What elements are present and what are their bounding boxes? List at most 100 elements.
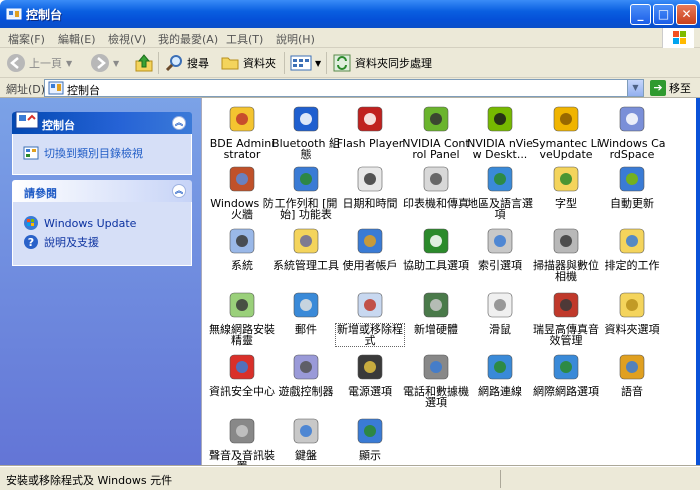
collapse-chevron-icon[interactable]: ︽ [172,184,186,198]
item-label: 瑞昱高傳真音效管理 [533,323,599,347]
right-border [696,98,700,466]
item-label: 排定的工作 [604,259,660,272]
control-panel-item[interactable]: 郵件 [272,288,340,335]
address-input[interactable]: 控制台 ▼ [44,79,644,97]
sound-icon [229,418,255,444]
realtek-icon [553,292,579,318]
item-label: 顯示 [359,449,381,462]
panel-header-see-also[interactable]: 請參閱 ︽ [12,180,192,202]
help-support-link[interactable]: ? 說明及支援 [23,234,181,250]
menu-favorites[interactable]: 我的最愛(A) [158,31,218,47]
collapse-chevron-icon[interactable]: ︽ [172,116,186,130]
control-panel-item[interactable]: 資訊安全中心 [208,350,276,397]
back-dropdown-icon: ▼ [66,58,73,68]
menu-tools[interactable]: 工具(T) [226,31,263,47]
control-panel-item[interactable]: 協助工具選項 [402,224,470,271]
firewall-icon [229,166,255,192]
control-panel-item[interactable]: 滑鼠 [466,288,534,335]
control-panel-item[interactable]: 自動更新 [598,162,666,209]
cardspace-icon [619,106,645,132]
control-panel-item[interactable]: 新增硬體 [402,288,470,335]
control-panel-item[interactable]: 電話和數據機選項 [402,350,470,408]
windows-update-link[interactable]: Windows Update [23,215,181,231]
search-button[interactable]: 搜尋 [164,52,209,74]
control-panel-item[interactable]: 印表機和傳真 [402,162,470,209]
menu-file[interactable]: 檔案(F) [8,31,45,47]
control-panel-item[interactable]: 遊戲控制器 [272,350,340,397]
control-panel-item[interactable]: 日期和時間 [336,162,404,209]
item-label: 鍵盤 [295,449,317,462]
control-panel-item[interactable]: 顯示 [336,414,404,461]
users-icon [357,228,383,254]
admin-tools-icon [293,228,319,254]
add-hardware-icon [423,292,449,318]
search-icon [165,55,182,72]
control-panel-item[interactable]: 系統 [208,224,276,271]
control-panel-item[interactable]: 工作列和 [開始] 功能表 [272,162,340,220]
item-label: Windows 防火牆 [210,197,274,221]
up-folder-icon [135,54,153,72]
back-arrow-icon [7,54,25,72]
control-panel-item[interactable]: 使用者帳戶 [336,224,404,271]
item-label: 電話和數據機選項 [403,385,469,409]
control-panel-item[interactable]: 索引選項 [466,224,534,271]
item-label: 字型 [555,197,577,210]
network-icon [487,354,513,380]
folders-button[interactable]: 資料夾 [220,52,276,74]
toolbar: 上一頁 ▼ ▼ 搜尋 資料夾 ▼ 資料夾同步處理 [0,48,700,78]
forward-button[interactable]: ▼ [90,52,119,74]
nvidia-nview-icon [487,106,513,132]
item-label: 協助工具選項 [403,259,469,272]
folder-sync-button[interactable]: 資料夾同步處理 [332,52,432,74]
control-panel-item[interactable]: Bluetooth 組態 [272,102,340,160]
datetime-icon [357,166,383,192]
control-panel-item[interactable]: 瑞昱高傳真音效管理 [532,288,600,346]
item-label: NVIDIA nView Deskt... [467,137,533,161]
status-bar: 安裝或移除程式及 Windows 元件 [0,466,700,490]
control-panel-item[interactable]: Windows CardSpace [598,102,666,160]
up-button[interactable] [134,52,157,74]
views-button[interactable]: ▼ [290,52,321,74]
bde-icon [229,106,255,132]
close-button[interactable]: ✕ [676,4,697,25]
control-panel-item[interactable]: 語音 [598,350,666,397]
control-panel-item[interactable]: 聲音及音訊裝置 [208,414,276,472]
control-panel-item[interactable]: 網路連線 [466,350,534,397]
item-label: BDE Administrator [209,137,275,161]
windows-logo-icon [662,28,694,48]
control-panel-item[interactable]: 鍵盤 [272,414,340,461]
control-panel-item[interactable]: 地區及語言選項 [466,162,534,220]
menu-help[interactable]: 說明(H) [276,31,315,47]
control-panel-item[interactable]: 系統管理工具 [272,224,340,271]
control-panel-item[interactable]: 網際網路選項 [532,350,600,397]
control-panel-item[interactable]: 電源選項 [336,350,404,397]
control-panel-item[interactable]: Symantec LiveUpdate [532,102,600,160]
control-panel-item[interactable]: 資料夾選項 [598,288,666,335]
control-panel-item[interactable]: NVIDIA Control Panel [402,102,470,160]
control-panel-item[interactable]: Windows 防火牆 [208,162,276,220]
item-label: 印表機和傳真 [403,197,469,210]
control-panel-item[interactable]: BDE Administrator [208,102,276,160]
item-label: 遊戲控制器 [278,385,334,398]
globe-icon [487,166,513,192]
minimize-button[interactable]: _ [630,4,651,25]
windows-update-icon [619,166,645,192]
control-panel-item[interactable]: 新增或移除程式 [335,288,405,347]
maximize-button[interactable]: □ [653,4,674,25]
control-panel-item[interactable]: NVIDIA nView Deskt... [466,102,534,160]
control-panel-item[interactable]: 排定的工作 [598,224,666,271]
menu-view[interactable]: 檢視(V) [108,31,146,47]
back-button[interactable]: 上一頁 ▼ [6,52,72,74]
item-label: 新增或移除程式 [335,323,405,347]
control-panel-item[interactable]: 字型 [532,162,600,209]
go-button[interactable]: ➔ 移至 [650,80,691,96]
switch-category-view-link[interactable]: 切換到類別目錄檢視 [23,145,181,161]
menu-edit[interactable]: 編輯(E) [58,31,96,47]
item-label: 新增硬體 [414,323,458,336]
control-panel-item[interactable]: 掃描器與數位相機 [532,224,600,282]
address-dropdown-icon[interactable]: ▼ [627,80,643,96]
control-panel-item[interactable]: Flash Player [336,102,404,149]
sync-icon [333,54,351,72]
control-panel-item[interactable]: 無線網路安裝精靈 [208,288,276,346]
panel-header-control-panel[interactable]: 控制台 ︽ [12,111,192,134]
